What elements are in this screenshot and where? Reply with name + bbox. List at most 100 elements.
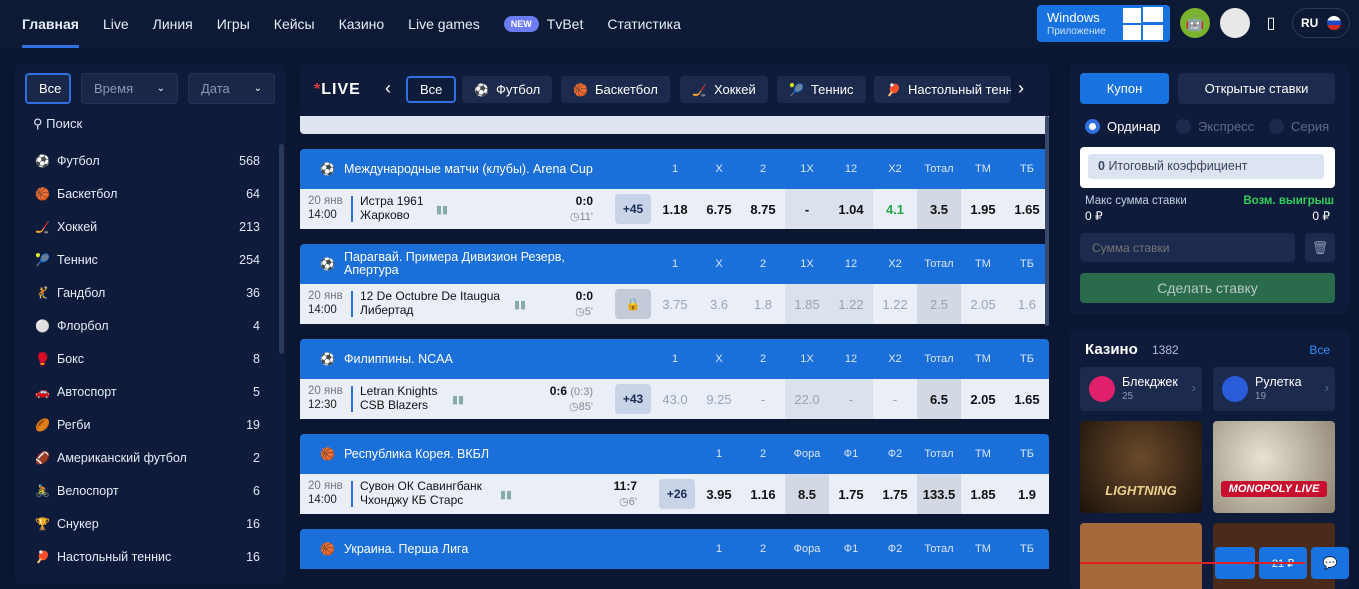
- radio-single[interactable]: Ординар: [1085, 119, 1161, 134]
- filter-date-dropdown[interactable]: Дата ⌄: [188, 73, 275, 104]
- language-selector[interactable]: RU: [1292, 8, 1350, 38]
- sport-item[interactable]: 🚗 Автоспорт 5: [35, 375, 260, 408]
- tab-coupon[interactable]: Купон: [1080, 73, 1169, 104]
- nav-cases[interactable]: Кейсы: [262, 0, 327, 48]
- odd-button[interactable]: 2.05: [961, 284, 1005, 324]
- stats-icon[interactable]: ▮▮: [452, 393, 464, 406]
- sport-item[interactable]: 🚴 Велоспорт 6: [35, 474, 260, 507]
- trash-icon[interactable]: 🗑: [1305, 233, 1335, 262]
- stats-icon[interactable]: ▮▮: [500, 488, 512, 501]
- odd-button[interactable]: 1.8: [741, 284, 785, 324]
- odd-button[interactable]: 1.75: [829, 474, 873, 514]
- chip-tennis[interactable]: 🎾 Теннис: [777, 76, 866, 103]
- sport-item[interactable]: ⚪ Флорбол 4: [35, 309, 260, 342]
- odd-button[interactable]: 1.18: [653, 189, 697, 229]
- odd-button[interactable]: 2.5: [917, 284, 961, 324]
- odd-button[interactable]: 9.25: [697, 379, 741, 419]
- odd-button[interactable]: 3.5: [917, 189, 961, 229]
- odd-button[interactable]: 1.75: [873, 474, 917, 514]
- filter-time-dropdown[interactable]: Время ⌄: [81, 73, 178, 104]
- sport-item[interactable]: 🏉 Регби 19: [35, 408, 260, 441]
- sport-item[interactable]: 🎾 Теннис 254: [35, 243, 260, 276]
- odd-button[interactable]: -: [785, 189, 829, 229]
- apple-icon[interactable]: [1220, 8, 1250, 38]
- more-markets-button[interactable]: +45: [615, 194, 651, 224]
- odd-button[interactable]: -: [873, 379, 917, 419]
- odd-button[interactable]: 22.0: [785, 379, 829, 419]
- event-row[interactable]: 20 янв 14:00 Сувон ОК Савингбанк Чхонджу К…: [300, 474, 1049, 514]
- sport-item[interactable]: ⚽ Футбол 568: [35, 144, 260, 177]
- sidebar-scrollbar[interactable]: [279, 144, 284, 354]
- chip-basketball[interactable]: 🏀 Баскетбол: [561, 76, 670, 103]
- sport-item[interactable]: 🏈 Американский футбол 2: [35, 441, 260, 474]
- odd-button[interactable]: 1.16: [741, 474, 785, 514]
- chip-hockey[interactable]: 🏒 Хоккей: [680, 76, 768, 103]
- stats-icon[interactable]: ▮▮: [436, 203, 448, 216]
- sport-item[interactable]: 🏀 Баскетбол 64: [35, 177, 260, 210]
- chat-icon[interactable]: 💬: [1311, 547, 1349, 579]
- casino-tile-3[interactable]: [1080, 523, 1202, 589]
- windows-app-button[interactable]: Windows Приложение: [1037, 5, 1170, 42]
- place-bet-button[interactable]: Сделать ставку: [1080, 273, 1335, 303]
- sport-item[interactable]: 🏓 Настольный теннис 16: [35, 540, 260, 573]
- odd-button[interactable]: 43.0: [653, 379, 697, 419]
- nav-live[interactable]: Live: [91, 0, 141, 48]
- more-markets-button[interactable]: +43: [615, 384, 651, 414]
- events-scrollbar[interactable]: [1045, 116, 1049, 326]
- nav-casino[interactable]: Казино: [327, 0, 397, 48]
- chevron-left-icon[interactable]: ‹: [385, 78, 391, 99]
- odd-button[interactable]: -: [829, 379, 873, 419]
- blackjack-category[interactable]: Блекджек 25 ›: [1080, 367, 1202, 411]
- filter-all-button[interactable]: Все: [25, 73, 71, 104]
- sport-item[interactable]: 🤾 Гандбол 36: [35, 276, 260, 309]
- nav-home[interactable]: Главная: [0, 0, 91, 48]
- odd-button[interactable]: 1.6: [1005, 284, 1049, 324]
- odd-button[interactable]: 1.95: [961, 189, 1005, 229]
- tab-open-bets[interactable]: Открытые ставки: [1178, 73, 1335, 104]
- nav-tvbet[interactable]: NEW TvBet: [492, 0, 596, 48]
- radio-express[interactable]: Экспресс: [1176, 119, 1254, 134]
- nav-statistics[interactable]: Статистика: [595, 0, 693, 48]
- odd-button[interactable]: 4.1: [873, 189, 917, 229]
- odd-button[interactable]: 6.75: [697, 189, 741, 229]
- event-row[interactable]: 20 янв 12:30 Letran Knights CSB Blazers ▮▮…: [300, 379, 1049, 419]
- android-icon[interactable]: 🤖: [1180, 8, 1210, 38]
- sport-item[interactable]: 🏒 Хоккей 213: [35, 210, 260, 243]
- chevron-right-icon[interactable]: ›: [1018, 78, 1024, 99]
- odd-button[interactable]: -: [741, 379, 785, 419]
- odd-button[interactable]: 1.85: [961, 474, 1005, 514]
- odd-button[interactable]: 1.04: [829, 189, 873, 229]
- sport-item[interactable]: 🏆 Снукер 16: [35, 507, 260, 540]
- odd-button[interactable]: 3.75: [653, 284, 697, 324]
- nav-line[interactable]: Линия: [141, 0, 205, 48]
- odd-button[interactable]: 1.22: [829, 284, 873, 324]
- odd-button[interactable]: 3.95: [697, 474, 741, 514]
- radio-series[interactable]: Серия: [1269, 119, 1329, 134]
- mobile-icon[interactable]: ▯: [1256, 8, 1286, 38]
- more-markets-button[interactable]: +26: [659, 479, 695, 509]
- event-row[interactable]: 20 янв 14:00 12 De Octubre De Itaugua Либе…: [300, 284, 1049, 324]
- nav-games[interactable]: Игры: [205, 0, 262, 48]
- odd-button[interactable]: 8.5: [785, 474, 829, 514]
- casino-all-link[interactable]: Все: [1309, 343, 1330, 357]
- odd-button[interactable]: 3.6: [697, 284, 741, 324]
- odd-button[interactable]: 1.65: [1005, 379, 1049, 419]
- stats-icon[interactable]: ▮▮: [514, 298, 526, 311]
- odd-button[interactable]: 1.65: [1005, 189, 1049, 229]
- odd-button[interactable]: 1.9: [1005, 474, 1049, 514]
- chip-all[interactable]: Все: [406, 76, 457, 103]
- lightning-game-tile[interactable]: LIGHTNING: [1080, 421, 1202, 513]
- chip-table-tennis[interactable]: 🏓 Настольный тенн: [874, 76, 1011, 103]
- nav-live-games[interactable]: Live games: [396, 0, 492, 48]
- roulette-category[interactable]: Рулетка 19 ›: [1213, 367, 1335, 411]
- odd-button[interactable]: 8.75: [741, 189, 785, 229]
- stake-input[interactable]: [1080, 233, 1295, 262]
- odd-button[interactable]: 2.05: [961, 379, 1005, 419]
- odd-button[interactable]: 1.22: [873, 284, 917, 324]
- chip-football[interactable]: ⚽ Футбол: [462, 76, 553, 103]
- search-box[interactable]: ⚲ Поиск: [33, 116, 82, 132]
- odd-button[interactable]: 6.5: [917, 379, 961, 419]
- odd-button[interactable]: 1.85: [785, 284, 829, 324]
- event-row[interactable]: 20 янв 14:00 Истра 1961 Жарково ▮▮ 0:0 ◷11…: [300, 189, 1049, 229]
- odd-button[interactable]: 133.5: [917, 474, 961, 514]
